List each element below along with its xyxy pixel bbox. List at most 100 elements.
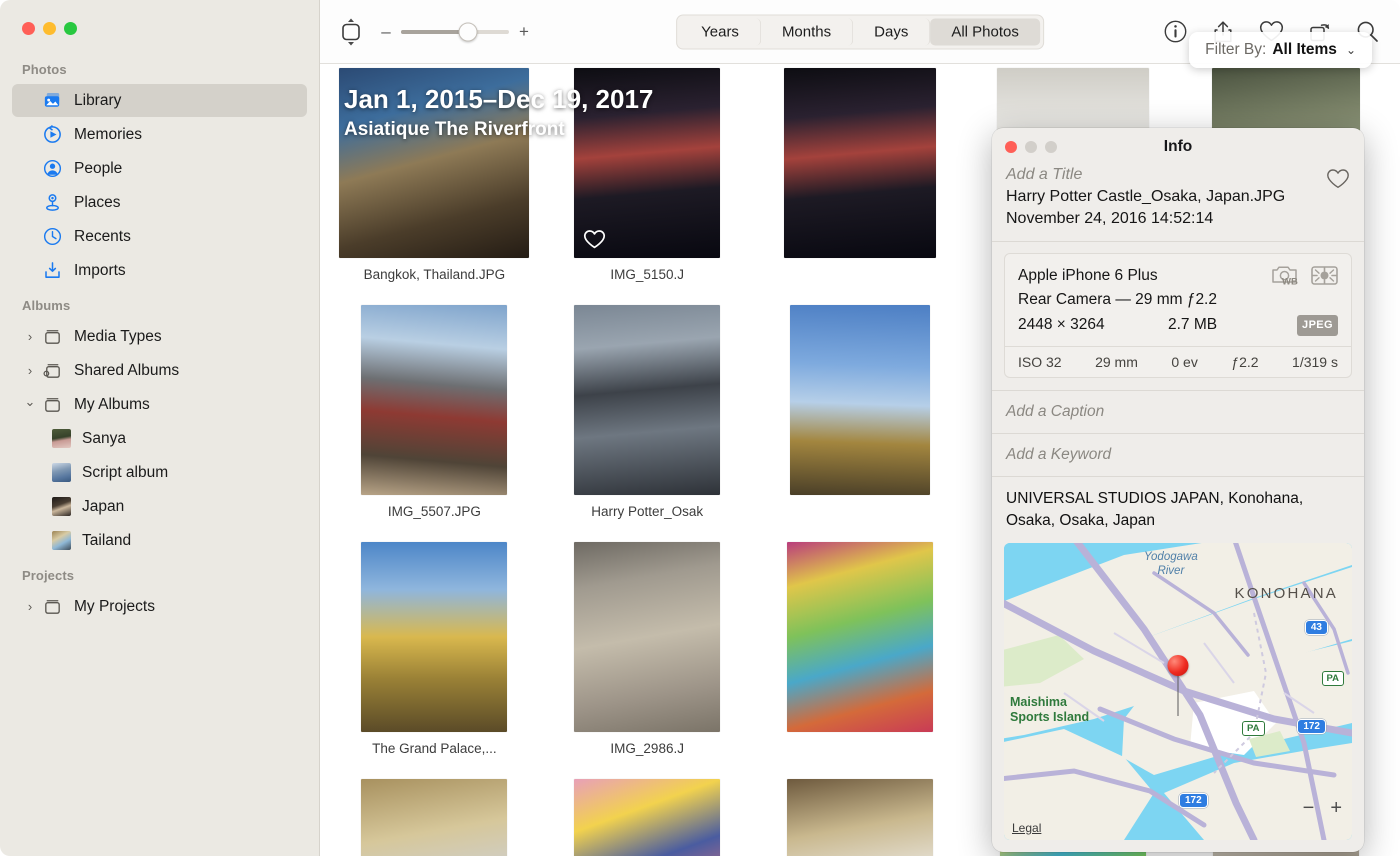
photo-cell[interactable]: IMG_5150.J	[541, 64, 754, 301]
add-title-field[interactable]: Add a Title	[1006, 166, 1350, 184]
photo-thumbnail[interactable]	[783, 68, 936, 258]
photo-filesize: 2.7 MB	[1168, 316, 1218, 334]
photo-cell[interactable]: The Grand Palace,...	[328, 538, 541, 775]
info-close-button[interactable]	[1005, 141, 1017, 153]
exif-settings-strip: ISO 32 29 mm 0 ev ƒ2.2 1/319 s	[1005, 346, 1351, 377]
sidebar-item-label: Tailand	[82, 531, 132, 549]
divider	[992, 241, 1364, 243]
info-icon[interactable]	[1162, 19, 1188, 45]
sidebar-item-label: Library	[74, 91, 122, 109]
sidebar-item-my-projects[interactable]: › My Projects	[12, 590, 307, 623]
exif-setting-value: 29 mm	[1095, 354, 1138, 371]
info-traffic-lights	[1005, 141, 1057, 153]
photo-thumbnail[interactable]	[361, 305, 508, 495]
album-thumb-tailand	[52, 531, 71, 550]
location-map[interactable]: KONOHANA Yodogawa River Maishima Sports Is…	[1004, 542, 1352, 840]
map-zoom-out-button[interactable]: −	[1303, 797, 1315, 820]
sidebar-item-label: Shared Albums	[74, 361, 180, 379]
zoom-slider-track[interactable]	[401, 22, 509, 41]
sidebar-item-media-types[interactable]: › Media Types	[12, 320, 307, 353]
tab-months[interactable]: Months	[761, 18, 854, 45]
filter-by-value: All Items	[1272, 41, 1337, 58]
toolbar-left-group: – +	[336, 15, 530, 49]
photo-thumbnail[interactable]	[361, 779, 508, 856]
chevron-down-icon[interactable]: ⌄	[1346, 43, 1356, 57]
photo-thumbnail[interactable]	[786, 779, 933, 856]
album-thumb-japan	[52, 497, 71, 516]
thumbnail-size-icon[interactable]	[336, 15, 366, 49]
album-thumb-sanya	[52, 429, 71, 448]
photo-cell[interactable]: IMG_2986.J	[541, 538, 754, 775]
sidebar-item-recents[interactable]: Recents	[12, 220, 307, 253]
chevron-right-icon[interactable]: ›	[22, 599, 38, 614]
chevron-down-icon[interactable]: ⌄	[22, 394, 38, 410]
photo-cell[interactable]	[328, 775, 541, 856]
tab-years[interactable]: Years	[680, 18, 761, 45]
parking-marker-pa-a: PA	[1321, 670, 1344, 686]
sidebar-item-tailand[interactable]: Tailand	[12, 524, 307, 557]
library-icon	[40, 90, 64, 112]
photo-cell[interactable]	[754, 301, 967, 538]
add-caption-field[interactable]: Add a Caption	[992, 391, 1364, 433]
sidebar-item-label: My Albums	[74, 395, 150, 413]
photo-thumbnail[interactable]	[339, 68, 530, 258]
map-legal-link[interactable]: Legal	[1012, 821, 1041, 835]
photo-thumbnail[interactable]	[361, 542, 508, 732]
add-keyword-field[interactable]: Add a Keyword	[992, 434, 1364, 476]
sidebar-item-shared-albums[interactable]: › Shared Albums	[12, 354, 307, 387]
sidebar-item-script-album[interactable]: Script album	[12, 456, 307, 489]
tab-days[interactable]: Days	[853, 18, 931, 45]
sidebar-item-label: Media Types	[74, 327, 162, 345]
photo-thumbnail[interactable]	[574, 542, 721, 732]
zoom-in-label[interactable]: +	[518, 22, 530, 42]
sidebar-item-imports[interactable]: Imports	[12, 254, 307, 287]
pin-head	[1167, 654, 1189, 676]
photos-window: Photos Library Memories People Places Re…	[0, 0, 1400, 856]
format-badge: JPEG	[1297, 314, 1338, 336]
sidebar-item-my-albums[interactable]: ⌄ My Albums	[12, 388, 307, 421]
zoom-slider[interactable]: – +	[380, 22, 530, 42]
photo-thumbnail[interactable]	[789, 305, 930, 495]
view-mode-segmented-control[interactable]: Years Months Days All Photos	[676, 14, 1044, 49]
window-traffic-lights	[0, 0, 319, 52]
parking-marker-pa-b: PA	[1242, 720, 1265, 736]
chevron-right-icon[interactable]: ›	[22, 363, 38, 378]
exif-setting-value: ƒ2.2	[1231, 354, 1259, 371]
close-button[interactable]	[22, 22, 35, 35]
photo-cell[interactable]: Harry Potter_Osak	[541, 301, 754, 538]
sidebar-item-label: Memories	[74, 125, 143, 143]
minimize-button[interactable]	[43, 22, 56, 35]
svg-text:WB: WB	[1282, 277, 1298, 288]
photo-thumbnail[interactable]	[574, 305, 721, 495]
info-minimize-button	[1025, 141, 1037, 153]
photo-thumbnail[interactable]	[574, 68, 721, 258]
photo-thumbnail[interactable]	[574, 779, 721, 856]
filter-by-dropdown[interactable]: Filter By: All Items ⌄	[1189, 32, 1372, 68]
sidebar-item-label: Japan	[82, 497, 125, 515]
photo-cell[interactable]: Bangkok, Thailand.JPG	[328, 64, 541, 301]
photo-cell[interactable]	[541, 775, 754, 856]
zoom-button[interactable]	[64, 22, 77, 35]
info-panel[interactable]: Info Add a Title Harry Potter Castle_Osa…	[992, 128, 1364, 852]
sidebar-item-sanya[interactable]: Sanya	[12, 422, 307, 455]
photo-cell[interactable]	[754, 538, 967, 775]
lens-info: Rear Camera — 29 mm ƒ2.2	[1018, 291, 1217, 309]
tab-all-photos[interactable]: All Photos	[930, 18, 1040, 45]
zoom-out-label[interactable]: –	[380, 22, 392, 42]
photo-cell[interactable]: IMG_5507.JPG	[328, 301, 541, 538]
sidebar-item-people[interactable]: People	[12, 152, 307, 185]
heart-icon[interactable]	[1326, 168, 1350, 190]
map-zoom-in-button[interactable]: +	[1330, 797, 1342, 820]
photo-cell[interactable]	[754, 64, 967, 301]
sidebar-item-library[interactable]: Library	[12, 84, 307, 117]
sidebar-item-places[interactable]: Places	[12, 186, 307, 219]
shared-album-icon	[40, 360, 64, 382]
sidebar-item-memories[interactable]: Memories	[12, 118, 307, 151]
photo-cell[interactable]	[754, 775, 967, 856]
chevron-right-icon[interactable]: ›	[22, 329, 38, 344]
zoom-slider-knob[interactable]	[458, 22, 478, 41]
photo-thumbnail[interactable]	[786, 542, 933, 732]
album-folder-icon	[40, 326, 64, 348]
sidebar-item-japan[interactable]: Japan	[12, 490, 307, 523]
map-zoom-controls[interactable]: − +	[1303, 797, 1342, 820]
